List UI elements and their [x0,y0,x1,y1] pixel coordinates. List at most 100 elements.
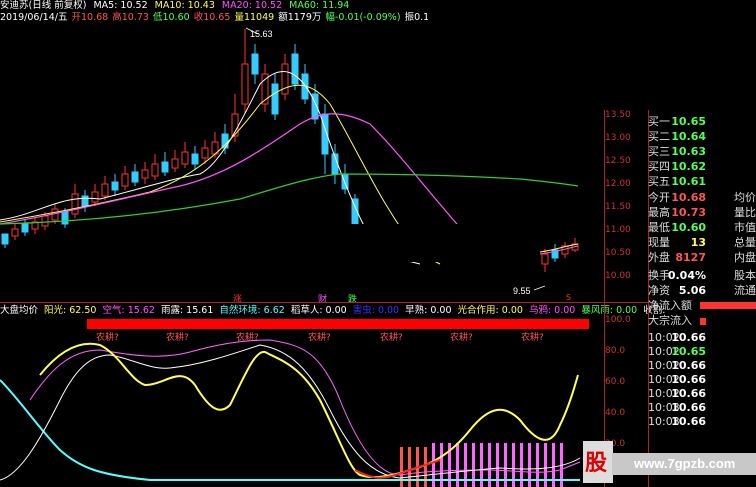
quote-value: 10.61 [671,175,706,188]
quote-right-label: 市值 [734,221,756,234]
price-tick: 10.50 [605,248,631,258]
signal-red-bar [87,319,589,329]
indicator-yulu: 雨露: 15.61 [160,305,214,316]
low-label: 低10.60 [152,12,190,23]
quote-value: 10.66 [671,401,706,414]
quote-row-tick2: 10:02 10.66 [648,358,756,373]
indicator-guanghe: 光合作用: 0.00 [457,305,523,316]
high-label: 高10.73 [112,12,149,23]
quote-value: 0.04% [667,269,706,282]
quote-value: 10.64 [671,130,706,143]
candle-body [111,181,119,191]
open-label: 开10.68 [71,12,109,23]
price-tick: 11.50 [605,202,631,212]
volume-label: 量11049 [234,12,275,23]
ind-tick: 60.0 [605,377,626,387]
candle-body [181,151,189,165]
ma5-label: MA5: 10.52 [93,0,148,11]
panel-divider [0,302,648,303]
price-tick: 10.00 [605,271,631,281]
chart-header: 安迪苏(日线 前复权) MA5: 10.52 MA10: 10.43 MA20:… [0,0,353,12]
high-marker: 15.63 [250,29,273,39]
candle-body [221,133,229,149]
ind-tick: 40.0 [605,408,626,418]
indicator-zaoshu: 早熟: 0.00 [405,305,452,316]
quote-row-stat4: 外盘 8127 内盘 [648,250,756,265]
overlay-panel [428,0,756,110]
candle-body [201,147,209,159]
candle-body [541,253,549,265]
quote-row-tick6: 10:03 10.66 [648,414,756,429]
quote-value: 10.66 [671,373,706,386]
quote-value: 10.66 [671,359,706,372]
candle-body [341,173,349,190]
quote-label: 买五 [648,175,670,188]
ind-tick: 80.0 [605,346,626,356]
candle-body [151,163,159,177]
quote-label: 买四 [648,160,670,173]
quote-row-buy3: 买四 10.62 [648,159,756,174]
quote-right-label: 内盘 [734,251,756,264]
quote-label: 最高 [648,206,670,219]
candle-body [1,233,9,245]
ma20-label: MA20: 10.52 [221,0,283,11]
quote-row-tick1: 10:02 10.65 [648,344,756,359]
flow-row: 净流入额 [648,298,756,313]
quote-value: 10.65 [671,345,706,358]
quote-row-stat1: 最高 10.73 量比 [648,205,756,220]
quote-row-stat5: 换手 0.04% 股本 [648,268,756,283]
indicator-chart[interactable] [0,330,604,487]
close-label: 收10.65 [193,12,231,23]
candle-body [71,193,79,215]
quote-value: 10.73 [671,206,706,219]
quote-label: 今开 [648,191,670,204]
candle-body [191,153,199,165]
quote-right-label: 均价 [734,191,756,204]
flow-row: 大宗流入 [648,313,756,328]
quote-row-buy2: 买三 10.63 [648,144,756,159]
price-tick: 11.00 [605,225,631,235]
low-marker: 9.55 [513,286,531,296]
quote-summary-row: 2019/06/14/五 开10.68 高10.73 低10.60 收10.65… [0,12,493,24]
quote-right-label: 流通 [734,284,756,297]
candle-body [81,195,89,207]
quote-row-buy4: 买五 10.61 [648,174,756,189]
quote-label: 买二 [648,130,670,143]
candle-body [21,223,29,233]
candle-body [251,53,259,75]
ma60-label: MA60: 11.94 [289,0,350,11]
watermark-url: www.7gpzb.com [612,453,756,475]
flow-label: 净流入额 [648,299,692,312]
candle-body [131,171,139,183]
watermark-logo-box: 股 [583,441,613,483]
overlay-box [217,224,540,262]
candle-body [241,63,249,105]
quote-value: 5.06 [678,284,706,297]
quote-value: 10.63 [671,145,706,158]
quote-value: 10.62 [671,160,706,173]
quote-row-stat6: 净资 5.06 流通 [648,283,756,298]
indicator-ziran: 自然环境: 6.62 [219,305,285,316]
quote-value: 10.68 [671,191,706,204]
date-label: 2019/06/14/五 [0,12,68,23]
quote-label: 最低 [648,221,670,234]
indicator-daocaoren: 稻草人: 0.00 [290,305,347,316]
candle-body [121,173,129,187]
quote-row-tick4: 10:02 10.66 [648,386,756,401]
quote-row-tick5: 10:03 10.66 [648,400,756,415]
candle-body [171,158,179,169]
candle-body [91,191,99,203]
price-tick: 12.50 [605,156,631,166]
indicator-header: 大盘均价 阳光: 62.50 空气: 15.62 雨露: 15.61 自然环境:… [0,304,668,317]
signal-mark-s: S [566,293,572,302]
indicator-kongqi: 空气: 15.62 [102,305,155,316]
quote-label: 买三 [648,145,670,158]
candle-body [11,228,19,237]
watermark-logo: 股 [585,451,608,476]
quote-label: 净资 [648,284,670,297]
quote-value: 10.66 [671,387,706,400]
stock-title: 安迪苏(日线 前复权) [0,0,87,11]
quote-value: 8127 [675,251,706,264]
candle-body [271,83,279,115]
quote-value: 10.66 [671,415,706,428]
